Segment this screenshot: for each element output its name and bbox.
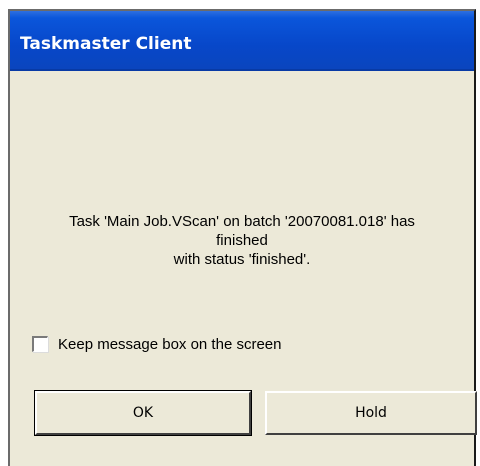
keep-message-option[interactable]: Keep message box on the screen	[32, 334, 281, 354]
status-message: Task 'Main Job.VScan' on batch '20070081…	[16, 212, 468, 269]
window-title: Taskmaster Client	[20, 34, 192, 54]
ok-button[interactable]: OK	[34, 390, 252, 436]
message-line-1: Task 'Main Job.VScan' on batch '20070081…	[69, 213, 415, 230]
dialog-window: Taskmaster Client Task 'Main Job.VScan' …	[8, 9, 477, 466]
hold-button[interactable]: Hold	[265, 391, 477, 435]
message-line-2: finished	[216, 232, 268, 249]
message-line-3: with status 'finished'.	[173, 251, 311, 268]
title-bar[interactable]: Taskmaster Client	[10, 11, 474, 71]
keep-message-label[interactable]: Keep message box on the screen	[58, 336, 281, 353]
keep-message-checkbox[interactable]	[32, 336, 48, 352]
